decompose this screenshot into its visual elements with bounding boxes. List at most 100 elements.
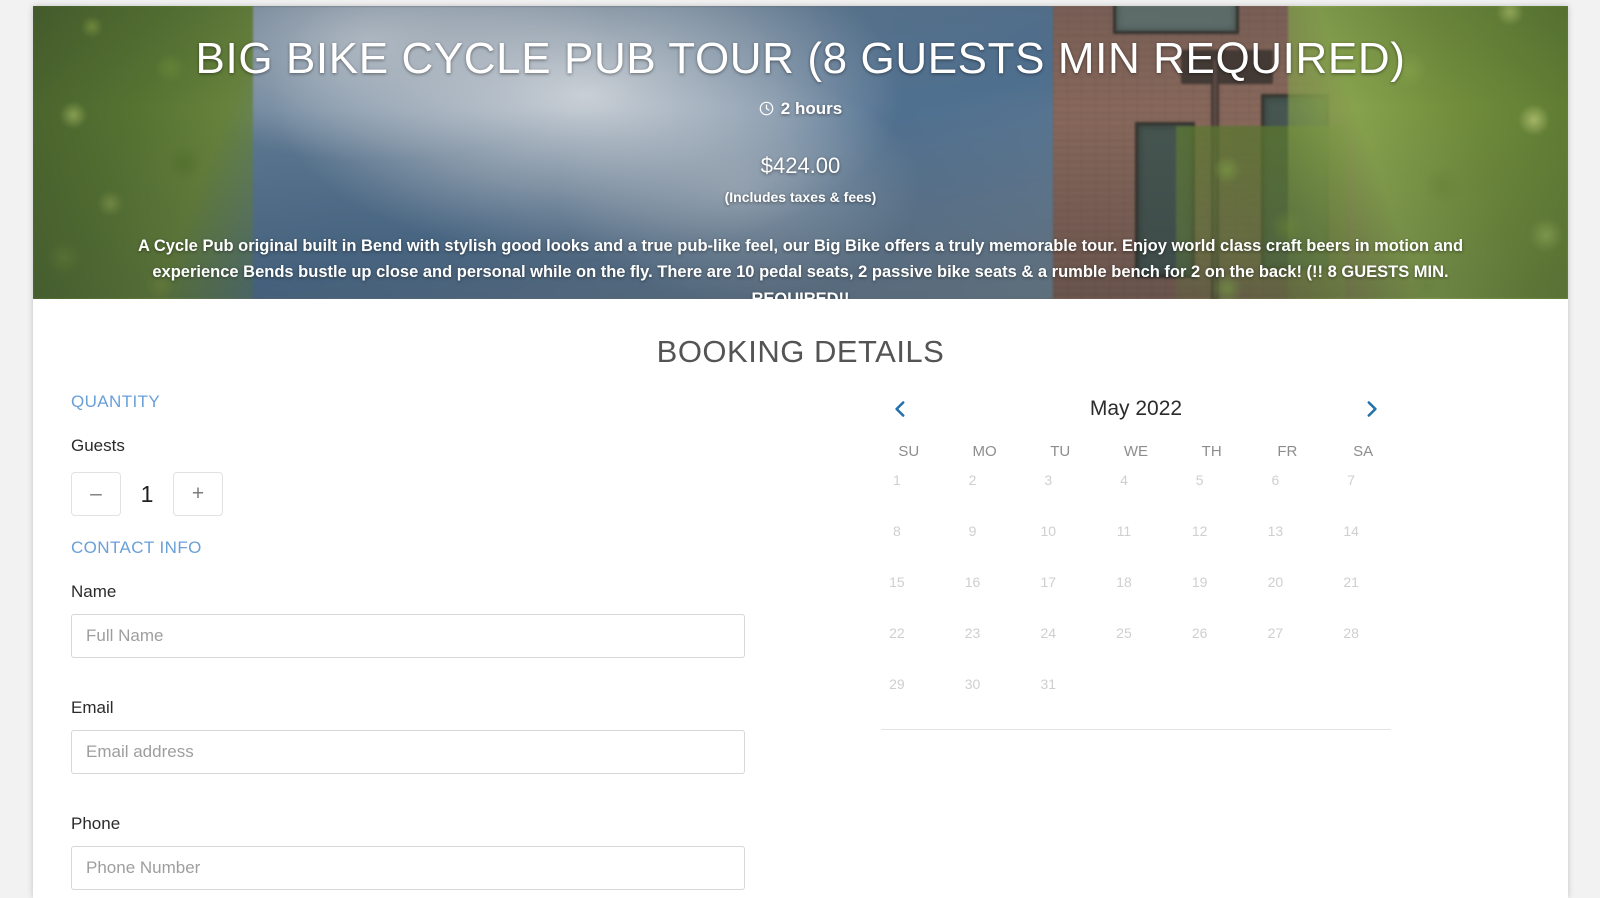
calendar-day-cell: 12 [1174, 517, 1250, 568]
contact-section-label: CONTACT INFO [71, 538, 202, 557]
phone-label: Phone [71, 814, 121, 833]
day-number: 12 [1191, 523, 1208, 539]
day-number: 16 [964, 574, 981, 590]
day-number: 23 [964, 625, 981, 641]
calendar-weeks: 1 2 3 4 5 6 7 8 9 10 11 12 13 14 15 16 1… [871, 466, 1401, 721]
day-number: 28 [1343, 625, 1359, 641]
calendar-day-cell: 15 [871, 568, 947, 619]
calendar-column: May 2022 SU MO TU WE TH FR SA 1 2 3 4 5 … [853, 392, 1568, 890]
previous-month-button[interactable] [883, 392, 917, 426]
tour-description: A Cycle Pub original built in Bend with … [137, 236, 1464, 299]
day-number [1098, 670, 1150, 676]
calendar-day-cell: 3 [1022, 466, 1098, 517]
chevron-left-icon [891, 399, 909, 419]
quantity-section-label: QUANTITY [71, 392, 161, 411]
increment-guests-button[interactable]: + [173, 472, 223, 516]
day-number [1174, 670, 1226, 676]
email-label: Email [71, 698, 114, 717]
day-number: 14 [1343, 523, 1359, 539]
calendar-day-cell [1250, 670, 1326, 721]
weekday-header: TU [1050, 443, 1071, 460]
booking-card: BIG BIKE CYCLE PUB TOUR (8 GUESTS MIN RE… [33, 6, 1568, 898]
calendar-day-cell: 2 [947, 466, 1023, 517]
calendar-day-cell: 27 [1250, 619, 1326, 670]
calendar-day-cell: 22 [871, 619, 947, 670]
day-number: 2 [968, 472, 977, 488]
calendar-day-cell: 19 [1174, 568, 1250, 619]
day-number: 18 [1116, 574, 1132, 590]
calendar-day-cell: 16 [947, 568, 1023, 619]
calendar-day-cell: 5 [1174, 466, 1250, 517]
day-number: 31 [1040, 676, 1057, 692]
day-number: 1 [892, 472, 901, 488]
calendar-week-row: 29 30 31 [871, 670, 1401, 721]
calendar-day-cell: 17 [1022, 568, 1098, 619]
calendar-grid: SU MO TU WE TH FR SA 1 2 3 4 5 6 7 8 9 1… [871, 442, 1401, 721]
calendar-week-row: 1 2 3 4 5 6 7 [871, 466, 1401, 517]
day-number: 5 [1195, 472, 1204, 488]
tour-title: BIG BIKE CYCLE PUB TOUR (8 GUESTS MIN RE… [195, 34, 1406, 83]
hero-content: BIG BIKE CYCLE PUB TOUR (8 GUESTS MIN RE… [33, 6, 1568, 299]
calendar-day-cell: 6 [1250, 466, 1326, 517]
tour-duration: 2 hours [33, 99, 1568, 119]
date-picker: May 2022 SU MO TU WE TH FR SA 1 2 3 4 5 … [871, 392, 1401, 730]
day-number: 9 [968, 523, 977, 539]
calendar-day-cell: 31 [1022, 670, 1098, 721]
day-number: 19 [1191, 574, 1208, 590]
day-number: 22 [889, 625, 905, 641]
day-number: 27 [1267, 625, 1284, 641]
calendar-day-cell: 10 [1022, 517, 1098, 568]
tour-duration-label: 2 hours [780, 98, 843, 118]
calendar-day-cell: 7 [1325, 466, 1401, 517]
clock-icon [759, 101, 774, 116]
day-number: 7 [1347, 472, 1355, 488]
calendar-day-cell: 14 [1325, 517, 1401, 568]
calendar-day-cell: 25 [1098, 619, 1174, 670]
weekday-header: WE [1123, 443, 1149, 460]
tour-price-note: (Includes taxes & fees) [724, 188, 877, 205]
day-number: 26 [1191, 625, 1208, 641]
weekday-header: FR [1277, 443, 1298, 460]
calendar-day-cell: 18 [1098, 568, 1174, 619]
quantity-stepper: – 1 + [71, 472, 853, 516]
next-month-button[interactable] [1355, 392, 1389, 426]
phone-input[interactable] [71, 846, 745, 890]
booking-body: BOOKING DETAILS QUANTITY Guests – 1 + CO… [33, 334, 1568, 890]
day-number: 13 [1267, 523, 1284, 539]
day-number [1250, 670, 1302, 676]
calendar-day-cell: 1 [871, 466, 947, 517]
day-number [1325, 670, 1377, 676]
day-number: 15 [889, 574, 905, 590]
weekday-header: TH [1201, 443, 1222, 460]
weekday-header: SA [1353, 443, 1374, 460]
calendar-day-cell: 9 [947, 517, 1023, 568]
calendar-day-cell [1325, 670, 1401, 721]
calendar-day-cell: 28 [1325, 619, 1401, 670]
calendar-week-row: 22 23 24 25 26 27 28 [871, 619, 1401, 670]
weekday-header: MO [972, 443, 997, 460]
day-number: 11 [1116, 523, 1132, 539]
calendar-day-cell [1174, 670, 1250, 721]
day-number: 3 [1044, 472, 1053, 488]
calendar-day-cell [1098, 670, 1174, 721]
day-number: 10 [1040, 523, 1057, 539]
calendar-day-cell: 23 [947, 619, 1023, 670]
day-number: 21 [1343, 574, 1359, 590]
calendar-day-cell: 29 [871, 670, 947, 721]
email-input[interactable] [71, 730, 745, 774]
calendar-day-cell: 11 [1098, 517, 1174, 568]
calendar-weekday-row: SU MO TU WE TH FR SA [871, 442, 1401, 466]
calendar-header: May 2022 [871, 392, 1401, 426]
calendar-day-cell: 4 [1098, 466, 1174, 517]
calendar-month-label: May 2022 [1089, 397, 1183, 420]
guests-label: Guests [71, 436, 125, 455]
calendar-week-row: 15 16 17 18 19 20 21 [871, 568, 1401, 619]
calendar-day-cell: 8 [871, 517, 947, 568]
day-number: 29 [889, 676, 905, 692]
chevron-right-icon [1363, 399, 1381, 419]
calendar-day-cell: 21 [1325, 568, 1401, 619]
calendar-day-cell: 20 [1250, 568, 1326, 619]
decrement-guests-button[interactable]: – [71, 472, 121, 516]
name-input[interactable] [71, 614, 745, 658]
name-label: Name [71, 582, 117, 601]
